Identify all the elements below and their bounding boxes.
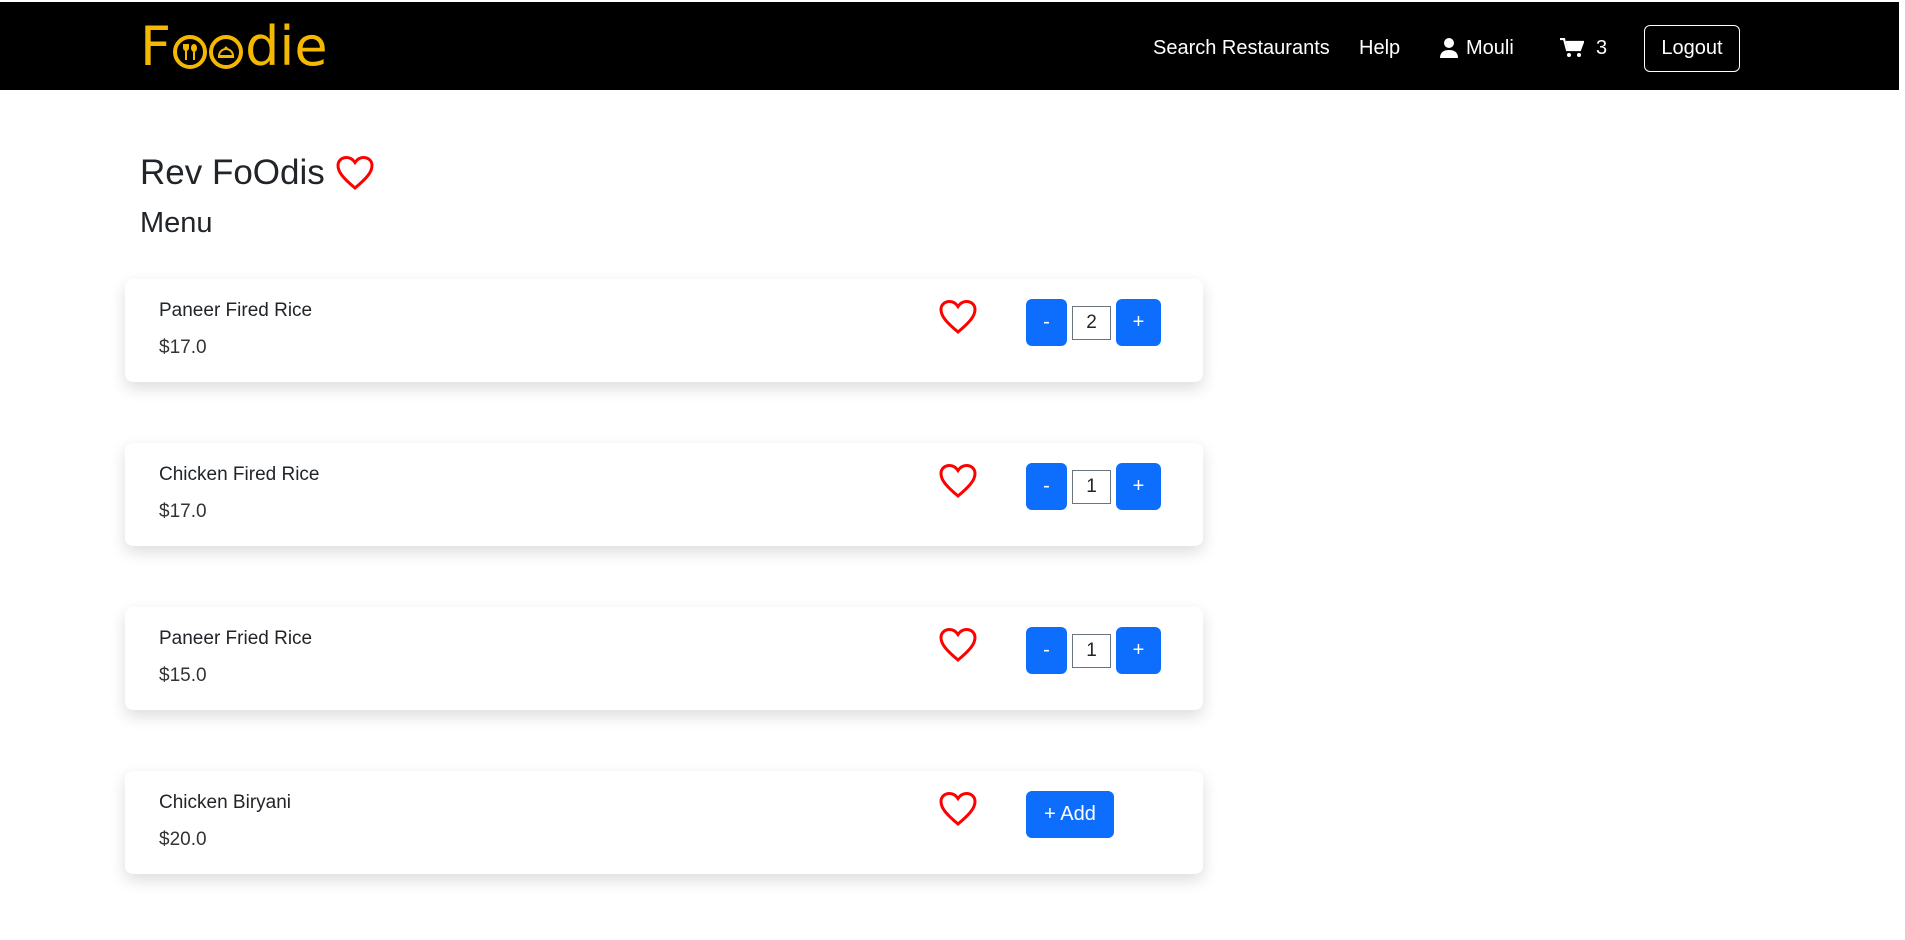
menu-item-card: Paneer Fried Rice $15.0 - 1 +: [125, 607, 1203, 710]
increase-quantity-button[interactable]: +: [1116, 627, 1161, 674]
decrease-quantity-button[interactable]: -: [1026, 299, 1067, 346]
cart-count: 3: [1596, 37, 1608, 59]
quantity-value: 1: [1072, 633, 1111, 668]
nav-user-link[interactable]: Mouli: [1440, 36, 1514, 60]
item-price: $17.0: [159, 501, 207, 522]
favorite-heart-icon[interactable]: [938, 463, 978, 499]
item-price: $20.0: [159, 829, 207, 850]
fork-spoon-icon: [173, 35, 208, 69]
nav-cart-link[interactable]: 3: [1560, 36, 1607, 60]
logo-text-rest: die: [245, 15, 328, 78]
foodie-logo[interactable]: F die: [140, 19, 328, 75]
cart-icon: [1560, 38, 1584, 57]
add-to-cart-button[interactable]: + Add: [1026, 791, 1114, 838]
menu-item-card: Paneer Fired Rice $17.0 - 2 +: [125, 279, 1203, 382]
item-name: Chicken Biryani: [159, 792, 291, 813]
favorite-heart-icon[interactable]: [938, 791, 978, 827]
menu-item-card: Chicken Biryani $20.0 + Add: [125, 771, 1203, 874]
item-price: $15.0: [159, 665, 207, 686]
logo-letter-f: F: [140, 15, 172, 78]
favorite-heart-icon[interactable]: [938, 627, 978, 663]
logo-double-o: [173, 25, 244, 69]
user-icon: [1440, 38, 1458, 58]
item-name: Paneer Fired Rice: [159, 300, 313, 321]
item-name: Paneer Fried Rice: [159, 628, 313, 649]
favorite-heart-icon[interactable]: [938, 299, 978, 335]
nav-search-restaurants-link[interactable]: Search Restaurants: [1153, 36, 1330, 60]
quantity-value: 2: [1072, 305, 1111, 340]
restaurant-header: Rev FoOdis: [140, 152, 375, 194]
logout-button[interactable]: Logout: [1644, 25, 1740, 72]
decrease-quantity-button[interactable]: -: [1026, 627, 1067, 674]
menu-item-card: Chicken Fired Rice $17.0 - 1 +: [125, 443, 1203, 546]
item-price: $17.0: [159, 337, 207, 358]
nav-help-link[interactable]: Help: [1359, 36, 1400, 60]
quantity-stepper: - 1 +: [1026, 627, 1161, 674]
quantity-stepper: - 1 +: [1026, 463, 1161, 510]
increase-quantity-button[interactable]: +: [1116, 299, 1161, 346]
page-scrollbar[interactable]: [1899, 0, 1905, 940]
menu-heading: Menu: [140, 207, 213, 239]
restaurant-favorite-heart-icon[interactable]: [335, 155, 375, 191]
user-name: Mouli: [1466, 37, 1514, 59]
decrease-quantity-button[interactable]: -: [1026, 463, 1067, 510]
cloche-icon: [209, 35, 244, 69]
item-name: Chicken Fired Rice: [159, 464, 320, 485]
restaurant-name: Rev FoOdis: [140, 153, 325, 192]
quantity-value: 1: [1072, 469, 1111, 504]
navbar: F die Search Restaurants Help Mouli 3 Lo…: [0, 2, 1899, 90]
quantity-stepper: - 2 +: [1026, 299, 1161, 346]
increase-quantity-button[interactable]: +: [1116, 463, 1161, 510]
